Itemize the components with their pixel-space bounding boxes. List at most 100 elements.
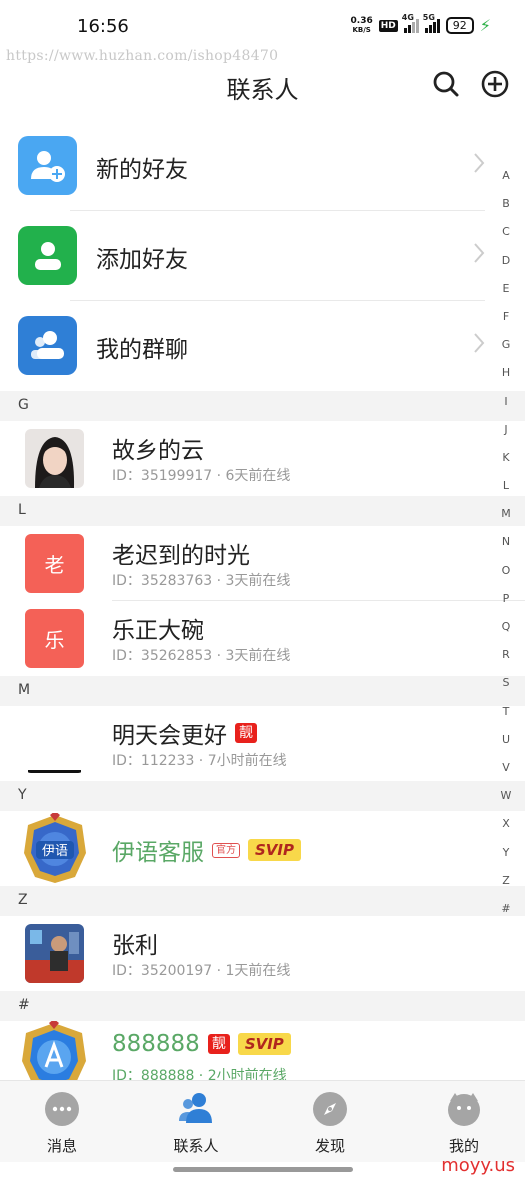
- section-header-g: G: [0, 391, 525, 421]
- contact-row[interactable]: 888888 靓 SVIP ID：888888 · 2小时前在线: [0, 1021, 525, 1080]
- contact-name: 故乡的云: [112, 438, 204, 464]
- svip-badge: SVIP: [237, 1033, 291, 1055]
- svg-text:伊语: 伊语: [42, 844, 68, 859]
- alphabet-index-letter[interactable]: W: [499, 782, 513, 810]
- contact-status: ID：888888 · 2小时前在线: [112, 1068, 287, 1080]
- new-friends-icon: [18, 136, 77, 195]
- contact-status: ID：35199917 · 6天前在线: [112, 468, 291, 484]
- contact-status: ID：35200197 · 1天前在线: [112, 963, 291, 979]
- contact-status: ID：35262853 · 3天前在线: [112, 648, 291, 664]
- alphabet-index-letter[interactable]: B: [499, 190, 513, 218]
- alphabet-index-letter[interactable]: A: [499, 162, 513, 190]
- alphabet-index-letter[interactable]: C: [499, 218, 513, 246]
- tab-me[interactable]: 我的: [424, 1091, 504, 1156]
- compass-icon: [313, 1092, 347, 1126]
- search-button[interactable]: [430, 68, 462, 100]
- contact-name: 张利: [112, 933, 158, 959]
- alphabet-index-letter[interactable]: I: [499, 388, 513, 416]
- alphabet-index-letter[interactable]: H: [499, 359, 513, 387]
- contact-status: ID：35283763 · 3天前在线: [112, 573, 291, 589]
- new-friends-entry[interactable]: 新的好友: [0, 121, 525, 211]
- alphabet-index-letter[interactable]: G: [499, 331, 513, 359]
- group-chat-icon: [18, 316, 77, 375]
- alphabet-index-letter[interactable]: P: [499, 585, 513, 613]
- contact-name: 乐正大碗: [112, 618, 204, 644]
- contact-row[interactable]: 张利 ID：35200197 · 1天前在线: [0, 916, 525, 991]
- add-button[interactable]: [479, 68, 511, 100]
- svip-badge: SVIP: [248, 839, 301, 861]
- tab-discover[interactable]: 发现: [290, 1091, 370, 1156]
- alphabet-index-letter[interactable]: #: [499, 895, 513, 923]
- signal-5g-icon: 5G: [423, 13, 440, 33]
- contacts-icon: [179, 1093, 212, 1123]
- add-friend-entry[interactable]: 添加好友: [0, 211, 525, 301]
- alphabet-index-letter[interactable]: D: [499, 247, 513, 275]
- new-friends-label: 新的好友: [96, 157, 188, 183]
- pretty-id-badge: 靓: [207, 1034, 230, 1054]
- pretty-id-badge: 靓: [235, 723, 257, 743]
- section-header-hash: #: [0, 991, 525, 1021]
- alphabet-index-letter[interactable]: Q: [499, 613, 513, 641]
- tab-messages[interactable]: 消息: [22, 1091, 102, 1156]
- contact-row[interactable]: 伊语 伊语客服 官方 SVIP: [0, 811, 525, 886]
- chevron-right-icon: [474, 243, 485, 263]
- contact-name: 伊语客服: [112, 840, 204, 866]
- alphabet-index-letter[interactable]: Z: [499, 867, 513, 895]
- net-speed: 0.36 KB/S: [350, 15, 373, 34]
- section-header-z: Z: [0, 886, 525, 916]
- avatar-framed: [18, 1021, 90, 1080]
- contact-name: 老迟到的时光: [112, 543, 250, 569]
- alphabet-index-letter[interactable]: K: [499, 444, 513, 472]
- avatar: 乐: [25, 609, 84, 668]
- chevron-right-icon: [474, 153, 485, 173]
- home-indicator[interactable]: [173, 1167, 353, 1172]
- battery-icon: 92: [445, 17, 474, 34]
- alphabet-index-letter[interactable]: R: [499, 641, 513, 669]
- profile-face-icon: [448, 1093, 480, 1126]
- avatar: 老: [25, 534, 84, 593]
- signal-4g-icon: 4G: [402, 13, 419, 33]
- add-friend-icon: [18, 226, 77, 285]
- header: 联系人: [0, 60, 525, 110]
- official-badge: 官方: [212, 842, 240, 858]
- my-groups-entry[interactable]: 我的群聊: [0, 301, 525, 391]
- alphabet-index[interactable]: A B C D E F G H I J K L M N O P Q R S T U V W X Y Z #: [499, 162, 513, 923]
- alphabet-index-letter[interactable]: L: [499, 472, 513, 500]
- tab-contacts[interactable]: 联系人: [156, 1091, 236, 1156]
- alphabet-index-letter[interactable]: S: [499, 669, 513, 697]
- alphabet-index-letter[interactable]: T: [499, 698, 513, 726]
- status-icons: 0.36 KB/S HD 4G 5G 92 ⚡: [350, 13, 491, 36]
- alphabet-index-letter[interactable]: N: [499, 528, 513, 556]
- section-header-y: Y: [0, 781, 525, 811]
- contact-row[interactable]: 明天会更好 靓 ID：112233 · 7小时前在线: [0, 706, 525, 781]
- search-icon: [433, 71, 459, 97]
- alphabet-index-letter[interactable]: V: [499, 754, 513, 782]
- alphabet-index-letter[interactable]: M: [499, 500, 513, 528]
- chevron-right-icon: [474, 333, 485, 353]
- hd-icon: HD: [378, 19, 398, 32]
- alphabet-index-letter[interactable]: U: [499, 726, 513, 754]
- avatar: [25, 924, 84, 983]
- my-groups-label: 我的群聊: [96, 337, 188, 363]
- contact-row[interactable]: 乐 乐正大碗 ID：35262853 · 3天前在线: [0, 601, 525, 676]
- contact-status: ID：112233 · 7小时前在线: [112, 753, 287, 769]
- add-friend-label: 添加好友: [96, 247, 188, 273]
- avatar: [25, 429, 84, 488]
- contact-row[interactable]: 故乡的云 ID：35199917 · 6天前在线: [0, 421, 525, 496]
- alphabet-index-letter[interactable]: Y: [499, 839, 513, 867]
- alphabet-index-letter[interactable]: O: [499, 557, 513, 585]
- chat-bubble-icon: [45, 1092, 79, 1126]
- avatar: [25, 714, 84, 773]
- alphabet-index-letter[interactable]: F: [499, 303, 513, 331]
- alphabet-index-letter[interactable]: E: [499, 275, 513, 303]
- alphabet-index-letter[interactable]: J: [499, 416, 513, 444]
- alphabet-index-letter[interactable]: X: [499, 810, 513, 838]
- add-circle-icon: [481, 70, 509, 98]
- contact-name: 明天会更好: [112, 723, 227, 749]
- status-bar: 16:56 0.36 KB/S HD 4G 5G 92 ⚡: [0, 0, 525, 48]
- avatar-framed: 伊语: [20, 813, 90, 885]
- site-watermark: moyy.us: [441, 1155, 515, 1176]
- tab-bar: 消息 联系人 发现 我的: [0, 1080, 525, 1162]
- charging-icon: ⚡: [479, 16, 491, 35]
- contact-row[interactable]: 老 老迟到的时光 ID：35283763 · 3天前在线: [0, 526, 525, 601]
